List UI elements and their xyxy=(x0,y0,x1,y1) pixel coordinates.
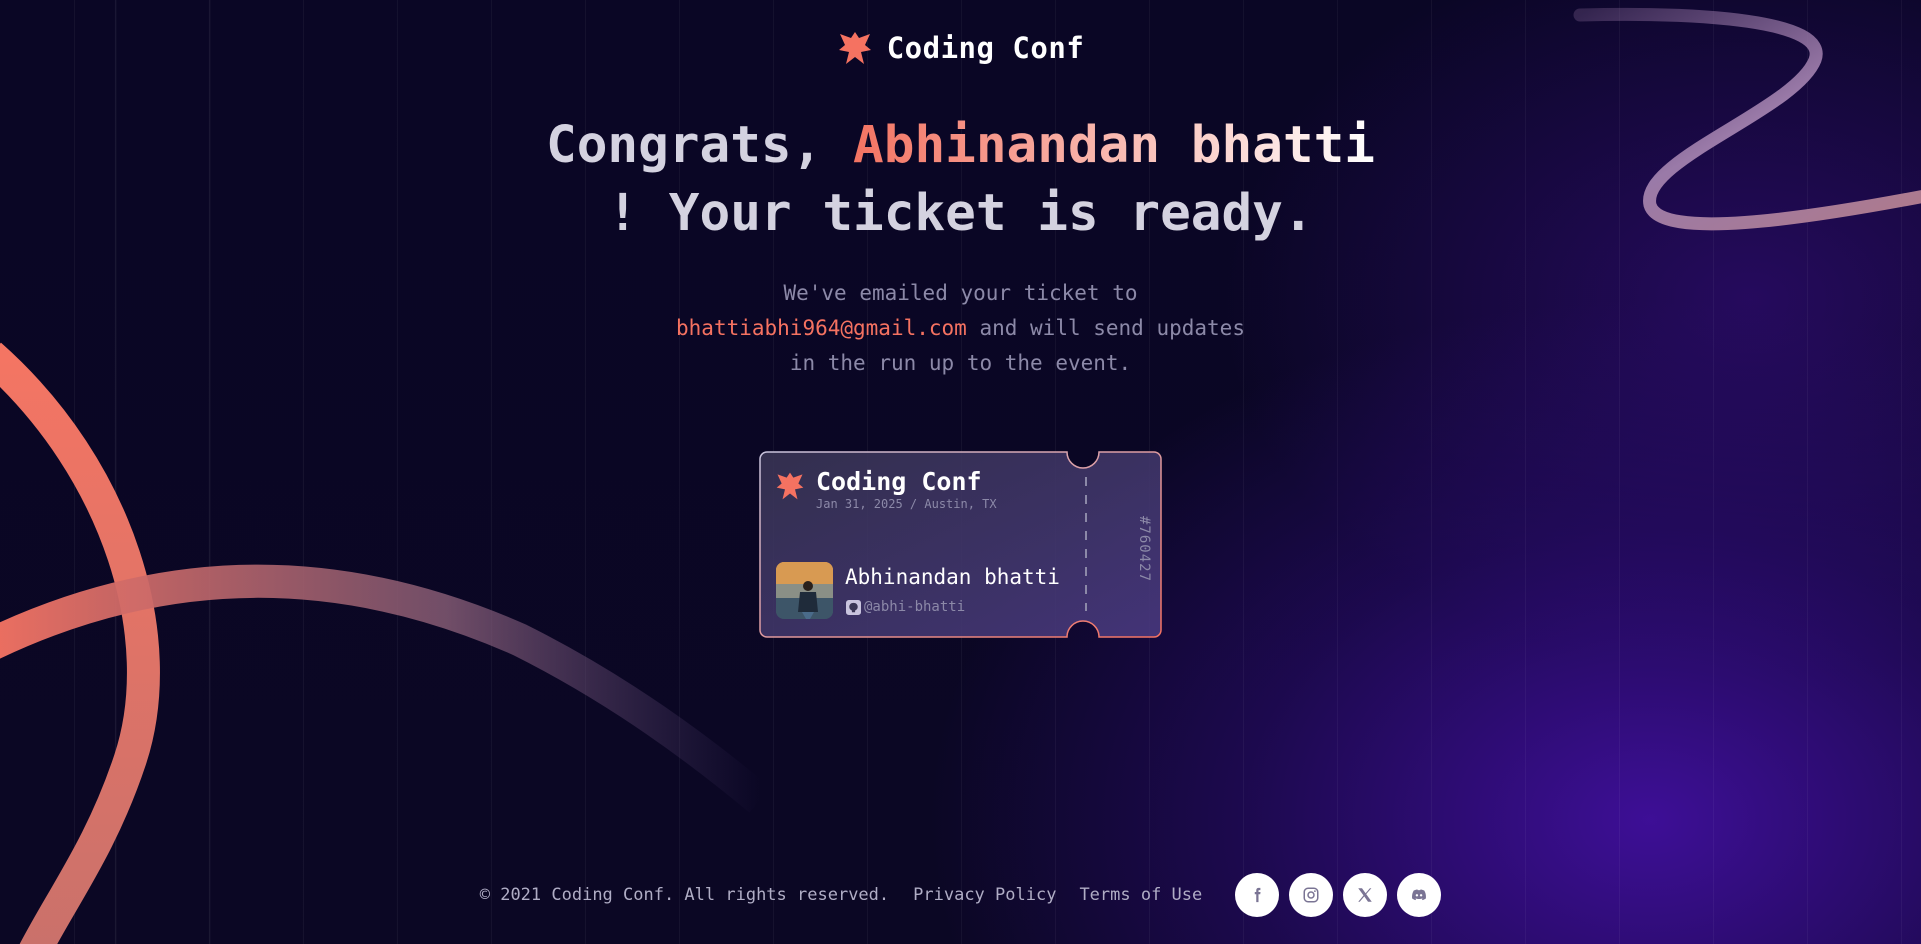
discord-icon xyxy=(1412,889,1427,901)
ticket-number: #760427 xyxy=(1136,516,1152,583)
page-headline: Congrats, Abhinandan bhatti ! Your ticke… xyxy=(0,112,1921,248)
ticket-logo-icon xyxy=(776,472,804,500)
message-line-2: and will send updates xyxy=(966,316,1245,340)
attendee-name: Abhinandan bhatti xyxy=(845,565,1060,589)
ticket-card: Coding Conf Jan 31, 2025 / Austin, TX Ab… xyxy=(759,451,1162,638)
footer-copyright: © 2021 Coding Conf. All rights reserved. xyxy=(479,885,890,905)
avatar-photo xyxy=(776,562,833,619)
x-button[interactable] xyxy=(1343,873,1388,917)
instagram-button[interactable] xyxy=(1289,873,1334,917)
github-icon xyxy=(846,599,861,615)
terms-of-use-link[interactable]: Terms of Use xyxy=(1079,885,1202,905)
header-logo[interactable]: Coding Conf xyxy=(0,30,1921,66)
email-address: bhattiabhi964@gmail.com xyxy=(676,316,967,340)
confirmation-message: We've emailed your ticket to bhattiabhi9… xyxy=(0,276,1921,381)
ticket-confirmation-page: Coding Conf Congrats, Abhinandan bhatti … xyxy=(0,0,1921,944)
attendee-avatar xyxy=(776,562,833,619)
facebook-button[interactable] xyxy=(1235,873,1280,917)
github-handle: @abhi-bhatti xyxy=(864,599,966,615)
facebook-icon xyxy=(1255,887,1261,903)
message-line-1: We've emailed your ticket to xyxy=(783,281,1138,305)
ticket-title: Coding Conf xyxy=(816,467,982,496)
discord-button[interactable] xyxy=(1397,873,1442,917)
headline-name: Abhinandan bhatti xyxy=(853,116,1376,175)
logo-text: Coding Conf xyxy=(886,31,1085,65)
ticket-date-location: Jan 31, 2025 / Austin, TX xyxy=(816,497,997,511)
headline-suffix: ! Your ticket is ready. xyxy=(607,184,1314,243)
privacy-policy-link[interactable]: Privacy Policy xyxy=(913,885,1056,905)
instagram-icon xyxy=(1303,887,1319,903)
message-line-3: in the run up to the event. xyxy=(789,351,1132,375)
footer: © 2021 Coding Conf. All rights reserved.… xyxy=(0,873,1921,917)
headline-prefix: Congrats, xyxy=(545,116,854,175)
x-icon xyxy=(1358,888,1373,902)
github-row: @abhi-bhatti xyxy=(846,599,965,615)
logo-icon xyxy=(838,32,871,64)
